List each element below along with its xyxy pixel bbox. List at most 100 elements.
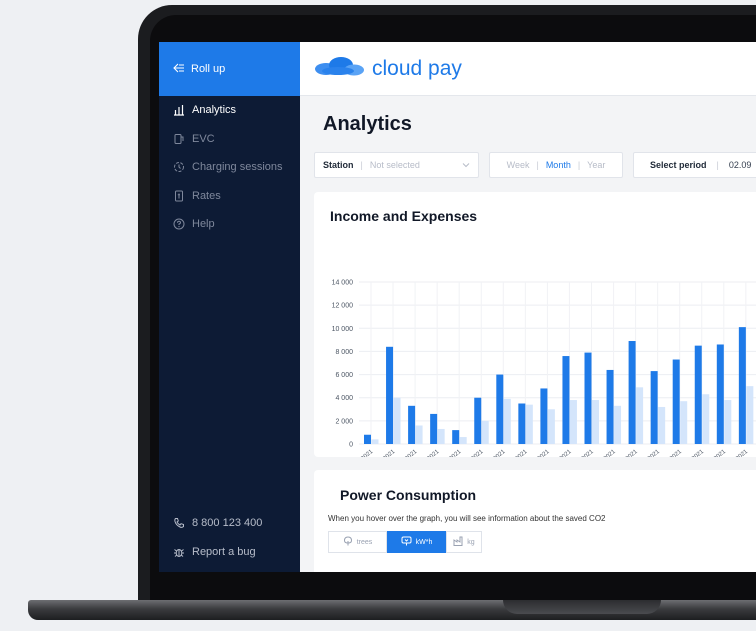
- y-tick-label: 4 000: [335, 395, 353, 402]
- app-screen: Roll up Analytics EVC Charging sessions: [159, 42, 756, 572]
- income-bar: [650, 371, 658, 444]
- laptop-notch: [503, 600, 661, 614]
- expense-bar: [680, 401, 688, 444]
- divider: |: [536, 160, 539, 170]
- tab-trees[interactable]: trees: [328, 531, 387, 553]
- expense-bar: [658, 406, 666, 444]
- expense-bar: [503, 398, 511, 444]
- select-period-field[interactable]: Select period | 02.09: [633, 152, 756, 178]
- expense-bar: [569, 400, 577, 444]
- divider: |: [360, 160, 363, 170]
- sidebar: Roll up Analytics EVC Charging sessions: [159, 42, 300, 572]
- expense-bar: [614, 405, 622, 444]
- income-bar: [518, 403, 526, 444]
- expense-bar: [636, 387, 644, 444]
- sidebar-item-label: Help: [192, 218, 215, 231]
- sidebar-item-label: Analytics: [192, 104, 237, 117]
- y-tick-label: 0: [349, 442, 353, 449]
- factory-icon: [453, 536, 463, 548]
- sidebar-item-label: Charging sessions: [192, 161, 283, 174]
- plug-icon: [401, 536, 412, 548]
- chevron-down-icon: [462, 160, 470, 170]
- support-phone-link[interactable]: 8 800 123 400: [159, 509, 300, 538]
- y-tick-label: 10 000: [332, 326, 354, 333]
- divider: |: [577, 160, 581, 170]
- expense-bar: [437, 428, 445, 444]
- laptop-screen-chin: [150, 572, 756, 600]
- bar-chart-icon: [173, 104, 185, 116]
- expense-bar: [481, 420, 489, 444]
- sidebar-item-help[interactable]: Help: [159, 210, 300, 239]
- receipt-icon: [173, 190, 185, 202]
- income-bar: [562, 356, 570, 444]
- period-toggle: Week | Month | Year: [489, 152, 623, 178]
- rollup-button[interactable]: Roll up: [159, 42, 300, 96]
- tab-label: kW*h: [415, 538, 433, 546]
- income-bar: [364, 434, 371, 444]
- income-bar: [452, 430, 460, 444]
- sidebar-item-charging-sessions[interactable]: Charging sessions: [159, 153, 300, 182]
- tab-kwh[interactable]: kW*h: [387, 531, 446, 553]
- sidebar-item-analytics[interactable]: Analytics: [159, 96, 300, 125]
- report-bug-button[interactable]: Report a bug: [159, 538, 300, 567]
- income-bar: [738, 327, 746, 444]
- expense-bar: [415, 425, 423, 444]
- income-bar: [584, 352, 592, 444]
- power-unit-tabs: trees kW*h kg: [328, 531, 482, 553]
- income-expenses-card: Income and Expenses 02 000 4 000 6 000 8 00…: [314, 192, 756, 457]
- sidebar-item-rates[interactable]: Rates: [159, 182, 300, 211]
- power-hint: When you hover over the graph, you will …: [328, 514, 606, 523]
- sidebar-item-label: Rates: [192, 189, 221, 202]
- history-icon: [173, 161, 185, 173]
- report-bug-label: Report a bug: [192, 545, 256, 558]
- income-bar: [606, 369, 614, 444]
- question-icon: [173, 218, 185, 230]
- tab-label: trees: [356, 538, 373, 546]
- divider: |: [716, 160, 719, 170]
- station-value: Not selected: [369, 160, 420, 170]
- station-select[interactable]: Station | Not selected: [314, 152, 479, 178]
- sidebar-item-evc[interactable]: EVC: [159, 125, 300, 154]
- rollup-label: Roll up: [191, 63, 226, 75]
- x-tick-label: 11.09.2021: [546, 449, 573, 457]
- income-bar: [628, 341, 636, 444]
- expense-bar: [393, 397, 401, 444]
- expense-bar: [371, 439, 379, 444]
- sidebar-footer: 8 800 123 400 Report a bug: [159, 509, 300, 566]
- expense-bar: [746, 386, 754, 444]
- tab-kg[interactable]: kg: [446, 531, 482, 553]
- support-phone: 8 800 123 400: [192, 517, 263, 530]
- sidebar-item-label: EVC: [192, 132, 215, 145]
- filter-bar: Station | Not selected Week | Month | Ye…: [314, 152, 756, 178]
- period-month[interactable]: Month: [546, 160, 571, 170]
- income-bar: [540, 388, 548, 444]
- phone-icon: [173, 517, 185, 529]
- income-expenses-chart[interactable]: 0 2 000 4 000 6 000 8 000 10 000 12 000 14 000 0…: [314, 192, 756, 457]
- tree-icon: [343, 536, 353, 548]
- income-bar: [474, 397, 482, 444]
- brand-name: cloud pay: [372, 56, 462, 80]
- expense-bar: [459, 437, 467, 444]
- income-bar: [430, 413, 438, 444]
- income-bar: [672, 359, 680, 444]
- expense-bar: [547, 409, 555, 444]
- charger-icon: [173, 133, 185, 145]
- power-consumption-card: Power Consumption When you hover over th…: [314, 470, 756, 572]
- select-period-label: Select period: [650, 160, 707, 170]
- income-bar: [496, 374, 504, 444]
- period-year[interactable]: Year: [587, 160, 605, 170]
- x-tick-label: 02.09.2021: [347, 449, 374, 457]
- period-week[interactable]: Week: [507, 160, 530, 170]
- income-bar: [716, 344, 724, 444]
- y-tick-label: 12 000: [332, 303, 354, 310]
- main-content: cloud pay Analytics Station | Not select…: [300, 42, 756, 572]
- income-bar: [408, 405, 416, 444]
- expense-bar: [592, 400, 599, 444]
- income-bar: [386, 346, 394, 444]
- y-tick-label: 2 000: [335, 418, 353, 425]
- expense-bar: [724, 400, 732, 444]
- collapse-arrow-icon: [173, 63, 185, 76]
- station-label: Station: [323, 160, 354, 170]
- y-tick-label: 8 000: [335, 349, 353, 356]
- select-period-value: 02.09: [728, 160, 752, 170]
